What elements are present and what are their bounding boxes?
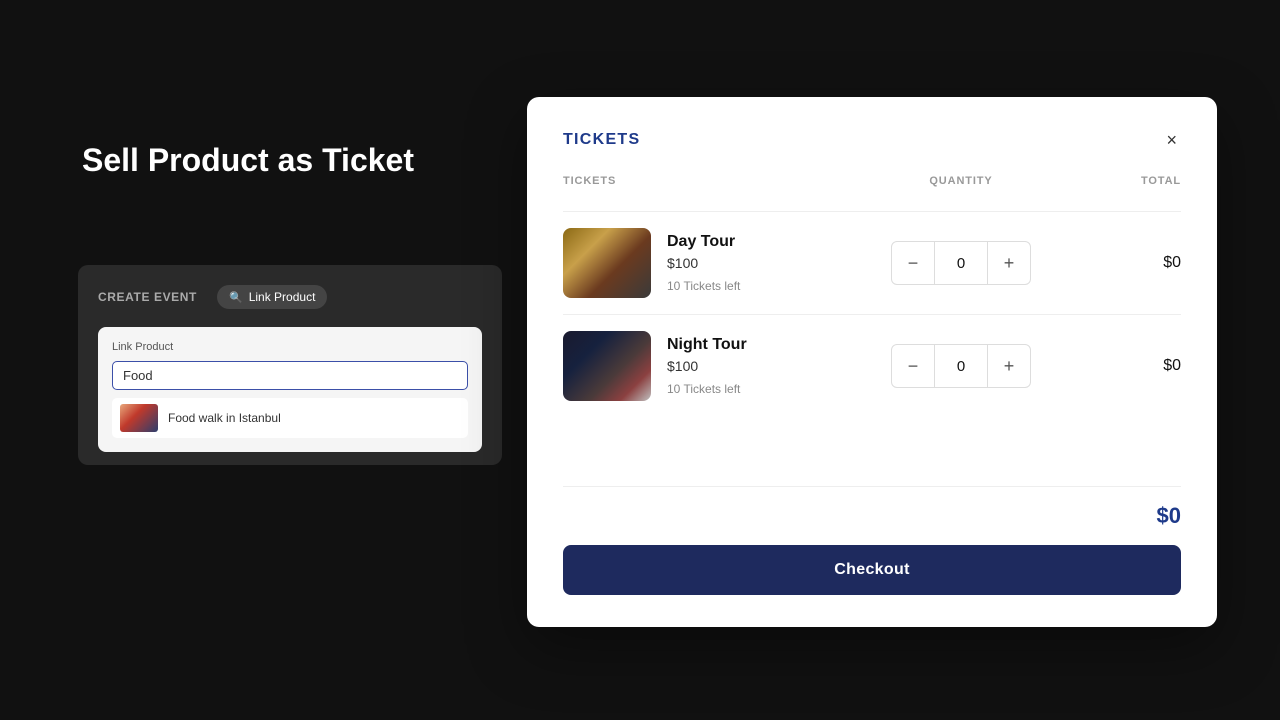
- decrement-night-tour[interactable]: −: [892, 345, 934, 387]
- ticket-name-night-tour: Night Tour: [667, 336, 861, 354]
- tickets-modal: TICKETS × TICKETS QUANTITY TOTAL Day Tou…: [527, 97, 1217, 627]
- quantity-cell-night-tour: − 0 +: [861, 344, 1061, 388]
- create-event-card: CREATE EVENT 🔍 Link Product Link Product…: [78, 265, 502, 465]
- ticket-info-night-tour: Night Tour $100 10 Tickets left: [563, 331, 861, 401]
- close-button[interactable]: ×: [1162, 129, 1181, 151]
- checkout-button[interactable]: Checkout: [563, 545, 1181, 595]
- ticket-details-night-tour: Night Tour $100 10 Tickets left: [667, 336, 861, 396]
- left-content: Sell Product as Ticket: [82, 140, 414, 220]
- link-product-label: Link Product: [112, 341, 468, 353]
- link-product-btn-label: Link Product: [249, 290, 316, 304]
- ticket-row: Night Tour $100 10 Tickets left − 0 + $0: [563, 314, 1181, 417]
- decrement-day-tour[interactable]: −: [892, 242, 934, 284]
- quantity-cell-day-tour: − 0 +: [861, 241, 1061, 285]
- link-product-input[interactable]: [112, 361, 468, 390]
- col-header-total: TOTAL: [1061, 175, 1181, 187]
- ticket-info-day-tour: Day Tour $100 10 Tickets left: [563, 228, 861, 298]
- search-icon: 🔍: [229, 291, 243, 304]
- ticket-total-night-tour: $0: [1061, 357, 1181, 375]
- ticket-availability-day-tour: 10 Tickets left: [667, 279, 861, 293]
- ticket-details-day-tour: Day Tour $100 10 Tickets left: [667, 233, 861, 293]
- increment-day-tour[interactable]: +: [988, 242, 1030, 284]
- increment-night-tour[interactable]: +: [988, 345, 1030, 387]
- result-item-text: Food walk in Istanbul: [168, 411, 281, 425]
- ticket-total-day-tour: $0: [1061, 254, 1181, 272]
- ticket-name-day-tour: Day Tour: [667, 233, 861, 251]
- quantity-stepper-day-tour: − 0 +: [891, 241, 1031, 285]
- ticket-row: Day Tour $100 10 Tickets left − 0 + $0: [563, 211, 1181, 314]
- quantity-value-night-tour: 0: [934, 345, 988, 387]
- search-result-item[interactable]: Food walk in Istanbul: [112, 398, 468, 438]
- quantity-value-day-tour: 0: [934, 242, 988, 284]
- col-header-quantity: QUANTITY: [861, 175, 1061, 187]
- link-product-button[interactable]: 🔍 Link Product: [217, 285, 327, 309]
- ticket-price-day-tour: $100: [667, 255, 861, 271]
- grand-total-row: $0: [563, 503, 1181, 529]
- result-thumbnail: [120, 404, 158, 432]
- ticket-availability-night-tour: 10 Tickets left: [667, 382, 861, 396]
- modal-footer: $0 Checkout: [563, 486, 1181, 595]
- link-product-box: Link Product Food walk in Istanbul: [98, 327, 482, 452]
- create-event-label: CREATE EVENT: [98, 290, 197, 304]
- quantity-stepper-night-tour: − 0 +: [891, 344, 1031, 388]
- ticket-image-night-tour: [563, 331, 651, 401]
- modal-title: TICKETS: [563, 131, 640, 149]
- ticket-image-day-tour: [563, 228, 651, 298]
- page-title: Sell Product as Ticket: [82, 140, 414, 180]
- grand-total: $0: [1157, 503, 1181, 528]
- modal-header: TICKETS ×: [563, 129, 1181, 151]
- column-headers: TICKETS QUANTITY TOTAL: [563, 175, 1181, 195]
- col-header-tickets: TICKETS: [563, 175, 861, 187]
- card-header: CREATE EVENT 🔍 Link Product: [98, 285, 482, 309]
- ticket-price-night-tour: $100: [667, 358, 861, 374]
